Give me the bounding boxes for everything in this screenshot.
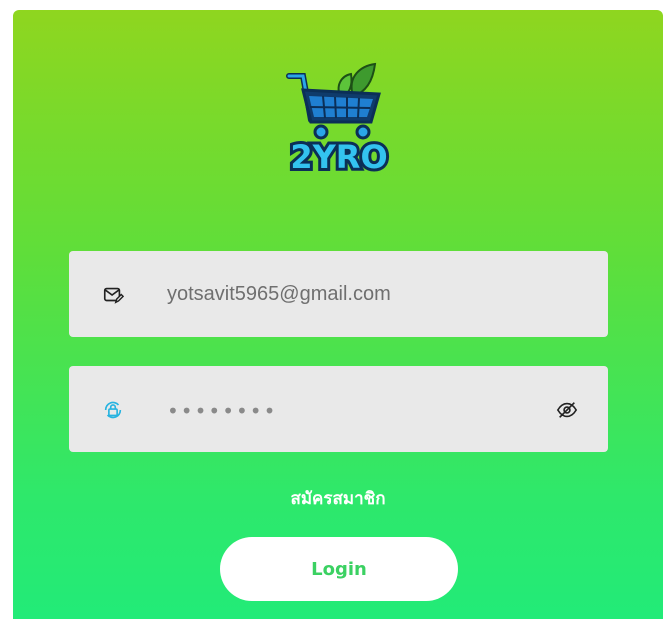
register-link[interactable]: สมัครสมาชิก — [13, 485, 663, 512]
email-field[interactable]: yotsavit5965@gmail.com — [69, 251, 608, 337]
password-field[interactable]: •••••••• — [69, 366, 608, 452]
password-value: •••••••• — [167, 399, 278, 423]
logo-text: 2YRO — [290, 138, 387, 174]
login-card: 2YRO 2YRO yotsavit5965@gmail.com •••••••… — [13, 10, 663, 619]
login-button[interactable]: Login — [220, 537, 458, 601]
mail-edit-icon — [103, 287, 124, 304]
email-value: yotsavit5965@gmail.com — [167, 283, 391, 305]
brand-logo: 2YRO 2YRO — [286, 62, 391, 174]
lock-icon — [104, 401, 122, 419]
eye-off-icon[interactable] — [556, 399, 578, 421]
